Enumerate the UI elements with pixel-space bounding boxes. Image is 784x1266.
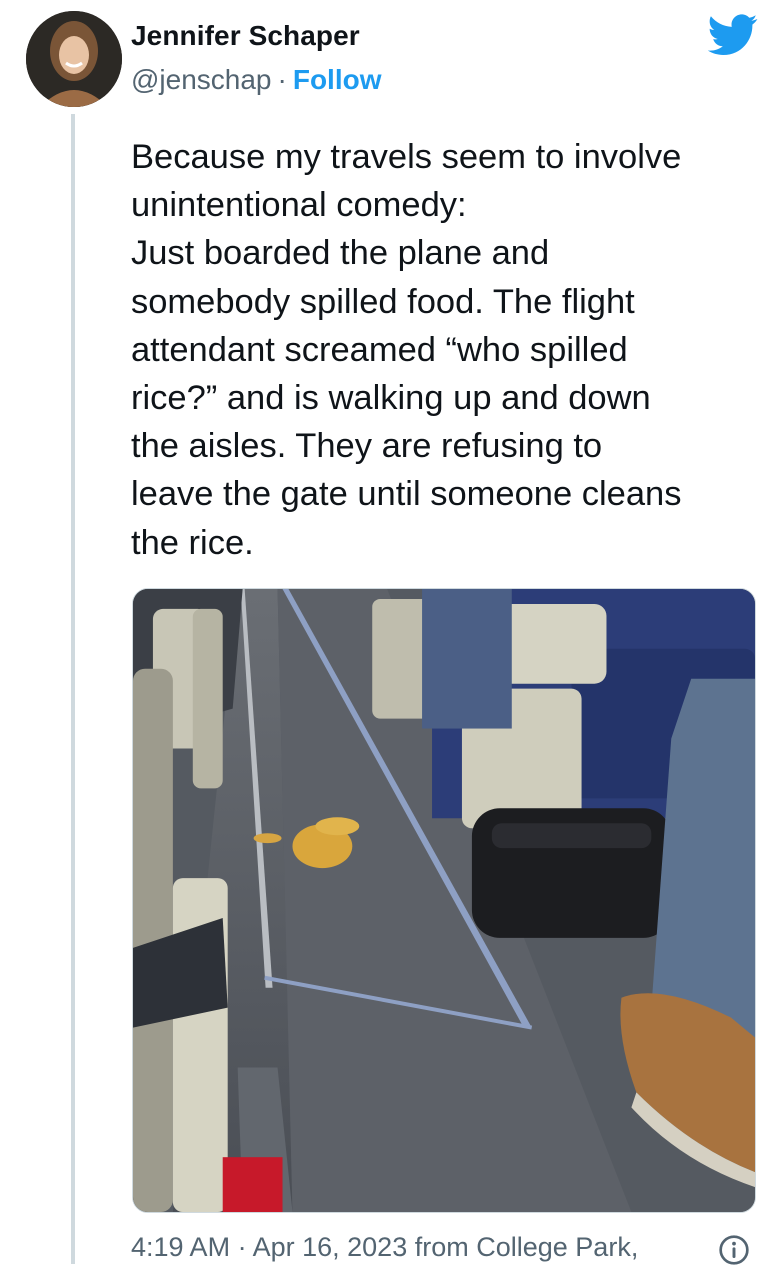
meta-separator: · bbox=[237, 1232, 247, 1262]
follow-button[interactable]: Follow bbox=[293, 64, 382, 95]
tweet-time[interactable]: 4:19 AM bbox=[131, 1232, 230, 1262]
tweet-location[interactable]: from College Park, bbox=[415, 1232, 639, 1262]
author-handle[interactable]: @jenschap bbox=[131, 64, 272, 95]
tweet-meta: 4:19 AM · Apr 16, 2023 from College Park… bbox=[131, 1232, 638, 1263]
airplane-aisle-photo bbox=[133, 589, 755, 1212]
author-name[interactable]: Jennifer Schaper bbox=[131, 20, 360, 52]
info-icon[interactable] bbox=[718, 1234, 750, 1266]
twitter-bird-icon[interactable] bbox=[708, 14, 758, 56]
tweet-photo[interactable] bbox=[132, 588, 756, 1213]
avatar-image bbox=[26, 11, 122, 107]
tweet-text: Because my travels seem to involve unint… bbox=[131, 138, 682, 562]
author-handle-row: @jenschap · Follow bbox=[131, 64, 382, 96]
handle-separator: · bbox=[277, 64, 287, 95]
tweet-date[interactable]: Apr 16, 2023 bbox=[253, 1232, 408, 1262]
thread-line bbox=[71, 114, 75, 1264]
avatar[interactable] bbox=[26, 11, 122, 107]
